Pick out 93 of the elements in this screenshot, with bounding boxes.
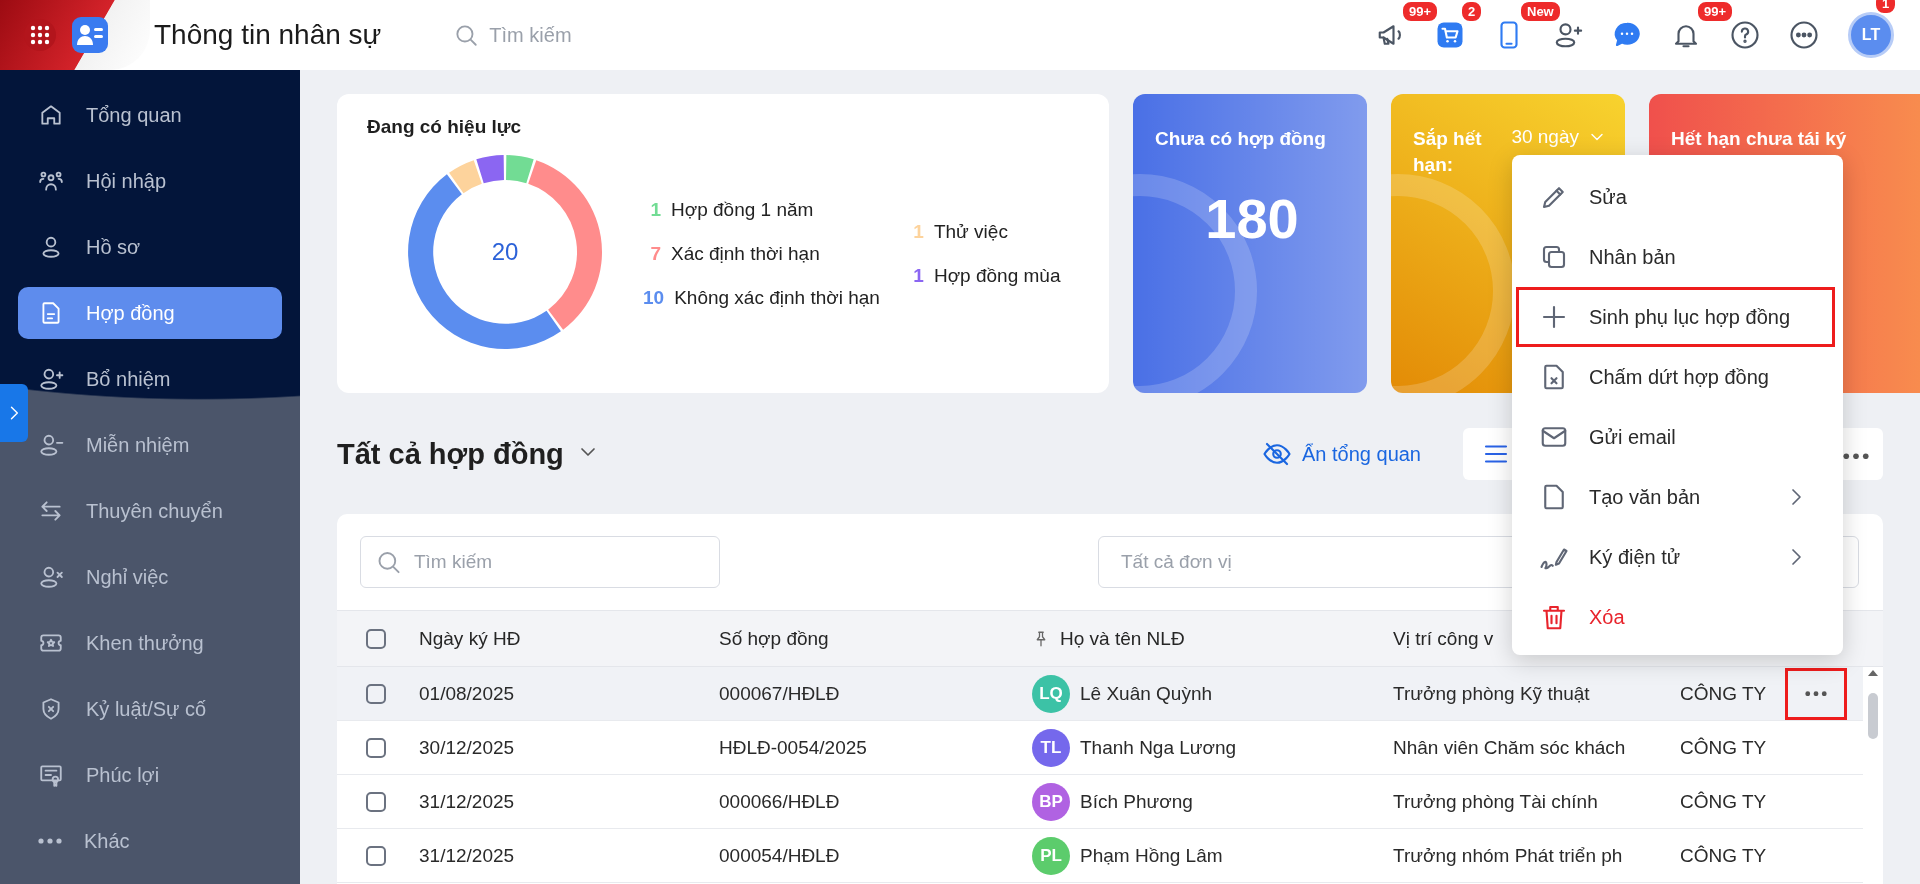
card-title: Sắp hết hạn:	[1413, 127, 1483, 177]
sidebar-item[interactable]: Bổ nhiệm	[18, 353, 282, 405]
hide-overview-link[interactable]: Ẩn tổng quan	[1262, 439, 1421, 469]
legend-count: 1	[649, 199, 661, 221]
menu-item[interactable]: Gửi email	[1516, 407, 1835, 467]
legend-label: Hợp đồng 1 năm	[671, 199, 814, 221]
table-cell: Thanh Nga Lương	[1080, 736, 1237, 759]
sidebar-item[interactable]: Khen thưởng	[18, 617, 282, 669]
legend-count: 7	[649, 243, 661, 265]
legend-label: Xác định thời hạn	[671, 243, 820, 265]
row-checkbox[interactable]	[366, 737, 386, 758]
column-header[interactable]: Vị trí công v	[1393, 627, 1494, 650]
legend-count: 10	[643, 287, 665, 309]
sidebar-item[interactable]: Phúc lợi	[18, 749, 282, 801]
column-header[interactable]: Họ và tên NLĐ	[1032, 627, 1387, 650]
search-icon[interactable]	[453, 22, 480, 48]
table-row[interactable]: 31/12/2025 000054/HĐLĐ PL Phạm Hồng Lâm Trưởng nhóm Phát triển ph CÔNG TY	[337, 829, 1863, 883]
table-row[interactable]: 01/08/2025 000067/HĐLĐ LQ Lê Xuân Quỳnh Trưởng phòng Kỹ thuật CÔNG TY	[337, 667, 1863, 721]
table-row[interactable]: 31/12/2025 000066/HĐLĐ BP Bích Phương Trưởng phòng Tài chính CÔNG TY	[337, 775, 1863, 829]
app-logo-icon	[70, 15, 110, 55]
sidebar-item[interactable]: Hồ sơ	[18, 221, 282, 273]
table-cell: Nhân viên Chăm sóc khách	[1393, 736, 1626, 758]
column-header[interactable]: Số hợp đồng	[719, 627, 829, 650]
table-cell: Bích Phương	[1080, 790, 1193, 813]
table-row[interactable]: 30/12/2025 HĐLĐ-0054/2025 TL Thanh Nga Lương Nhân viên Chăm sóc khách CÔNG TY	[337, 721, 1863, 775]
stat-card[interactable]: Chưa có hợp đồng 180	[1133, 94, 1367, 393]
count-badge: 99+	[1696, 0, 1735, 23]
sidebar-item[interactable]: Hội nhập	[18, 155, 282, 207]
more-icon	[38, 838, 62, 844]
count-badge: 99+	[1401, 0, 1440, 23]
table-cell: 31/12/2025	[419, 790, 515, 812]
row-checkbox[interactable]	[366, 845, 386, 866]
table-cell: Trưởng phòng Kỹ thuật	[1393, 682, 1590, 704]
table-cell: Trưởng nhóm Phát triển ph	[1393, 844, 1623, 866]
table-cell: CÔNG TY	[1680, 736, 1767, 758]
more-icon[interactable]	[1789, 20, 1819, 50]
certificate-icon	[38, 762, 64, 788]
avatar: TL	[1032, 728, 1070, 767]
count-badge: 2	[1460, 0, 1484, 23]
unit-input[interactable]: Tất cả đơn vị	[1119, 550, 1423, 574]
count-badge: New	[1519, 0, 1562, 23]
sidebar-item[interactable]: Tổng quan	[18, 89, 282, 141]
menu-item[interactable]: Tạo văn bản	[1516, 467, 1835, 527]
table-cell: CÔNG TY	[1680, 844, 1767, 866]
app-title: Thông tin nhân sự	[154, 19, 382, 51]
row-checkbox[interactable]	[366, 791, 386, 812]
person-remove-icon	[38, 564, 64, 590]
table-cell: CÔNG TY	[1680, 790, 1767, 812]
sidebar-item[interactable]: Khác	[18, 815, 282, 867]
sidebar-item[interactable]: Nghỉ việc	[18, 551, 282, 603]
menu-item[interactable]: Xóa	[1516, 587, 1835, 647]
chart-title: Đang có hiệu lực	[367, 116, 523, 138]
table-cell: 30/12/2025	[419, 736, 515, 758]
table-cell: CÔNG TY	[1680, 682, 1767, 704]
search-field[interactable]: Tìm kiếm	[360, 536, 720, 588]
transfer-icon	[38, 498, 64, 524]
menu-item[interactable]: Sinh phụ lục hợp đồng	[1516, 287, 1835, 347]
table-cell: 01/08/2025	[419, 682, 515, 704]
card-title: Chưa có hợp đồng	[1155, 127, 1327, 151]
row-checkbox[interactable]	[366, 683, 386, 704]
total-count: 20	[491, 238, 519, 265]
help-icon[interactable]	[1730, 20, 1760, 50]
table-cell: 000067/HĐLĐ	[719, 682, 840, 704]
add-person-icon[interactable]	[1553, 20, 1583, 50]
table-cell: 000054/HĐLĐ	[719, 844, 840, 866]
legend-count: 1	[912, 221, 924, 243]
select-all-checkbox[interactable]	[366, 628, 386, 649]
table-cell: Phạm Hồng Lâm	[1080, 844, 1223, 867]
add-person-icon	[38, 366, 64, 392]
table-cell: HĐLĐ-0054/2025	[719, 736, 867, 758]
legend-label: Không xác định thời hạn	[674, 287, 880, 309]
table-cell: 000066/HĐLĐ	[719, 790, 840, 812]
sidebar-item[interactable]: Thuyên chuyển	[18, 485, 282, 537]
table-cell: Lê Xuân Quỳnh	[1080, 682, 1213, 705]
avatar: BP	[1032, 782, 1070, 821]
column-header[interactable]: Ngày ký HĐ	[419, 627, 521, 650]
search-input[interactable]: Tìm kiếm	[411, 550, 705, 574]
table-cell: Trưởng phòng Tài chính	[1393, 790, 1598, 812]
cart-icon[interactable]	[1435, 20, 1465, 50]
avatar: PL	[1032, 836, 1070, 875]
more-icon[interactable]	[1843, 452, 1869, 459]
avatar: LQ	[1032, 674, 1070, 713]
list-title: Tất cả hợp đồng	[337, 437, 564, 471]
legend-label: Hợp đồng mùa	[933, 265, 1061, 287]
card-value: 180	[1204, 186, 1300, 251]
sidebar-item[interactable]: Kỷ luật/Sự cố	[18, 683, 282, 735]
sidebar-item[interactable]: Miễn nhiệm	[18, 419, 282, 471]
legend-count: 1	[912, 265, 924, 287]
legend-label: Thử việc	[933, 221, 1008, 243]
more-icon	[1805, 690, 1827, 697]
table-cell: 31/12/2025	[419, 844, 515, 866]
card-title: Hết hạn chưa tái ký	[1671, 127, 1848, 151]
remove-person-icon	[38, 432, 64, 458]
